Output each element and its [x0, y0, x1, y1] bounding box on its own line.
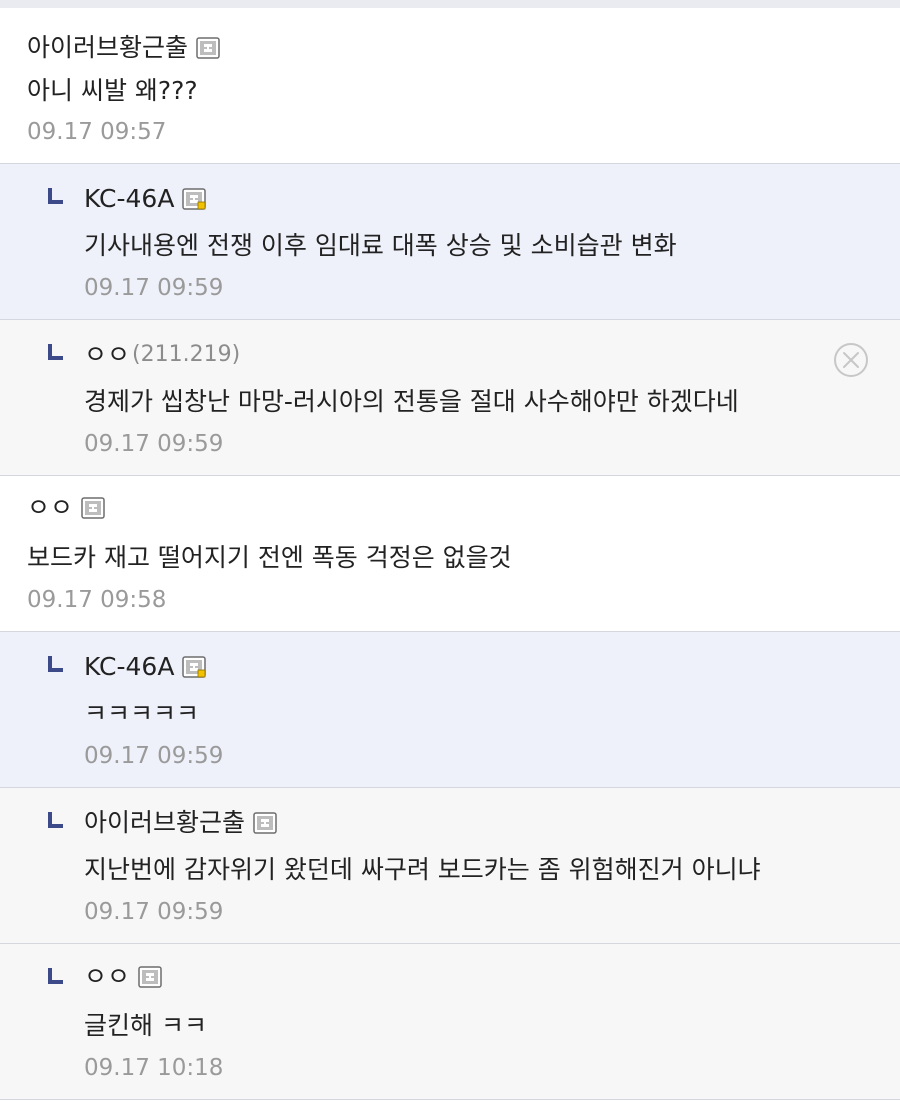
fixed-nick-icon: [196, 37, 220, 59]
comment-text: 보드카 재고 떨어지기 전엔 폭동 걱정은 없을것: [27, 543, 512, 572]
comment-text: 아니 씨발 왜???: [27, 76, 198, 105]
reply-arrow-icon: [48, 188, 63, 204]
comment-author[interactable]: KC-46A: [84, 184, 174, 214]
comment-timestamp: 09.17 09:58: [27, 587, 167, 613]
comment-timestamp: 09.17 09:59: [84, 743, 224, 769]
reply-arrow-icon: [48, 968, 63, 984]
reply-item: KC-46A ㅋㅋㅋㅋㅋ 09.17 09:59: [0, 632, 900, 788]
comment-author[interactable]: ㅇㅇ: [84, 962, 130, 992]
comment-timestamp: 09.17 09:59: [84, 275, 224, 301]
fixed-nick-manager-icon: [182, 188, 206, 210]
comment-text: 지난번에 감자위기 왔던데 싸구려 보드카는 좀 위험해진거 아니냐: [84, 855, 761, 884]
comment-item: 아이러브황근출 아니 씨발 왜??? 09.17 09:57: [0, 8, 900, 164]
fixed-nick-icon: [138, 966, 162, 988]
comment-author[interactable]: ㅇㅇ: [27, 493, 73, 523]
reply-item: ㅇㅇ (211.219) 경제가 씹창난 마망-러시아의 전통을 절대 사수해야…: [0, 320, 900, 476]
comment-ip: (211.219): [132, 342, 241, 367]
reply-item: 아이러브황근출 지난번에 감자위기 왔던데 싸구려 보드카는 좀 위험해진거 아…: [0, 788, 900, 944]
reply-arrow-icon: [48, 656, 63, 672]
fixed-nick-manager-icon: [182, 656, 206, 678]
top-divider-strip: [0, 0, 900, 8]
reply-arrow-icon: [48, 812, 63, 828]
comment-text: 경제가 씹창난 마망-러시아의 전통을 절대 사수해야만 하겠다네: [84, 387, 739, 416]
comment-author[interactable]: ㅇㅇ: [84, 340, 130, 370]
comment-text: 기사내용엔 전쟁 이후 임대료 대폭 상승 및 소비습관 변화: [84, 231, 677, 260]
reply-item: ㅇㅇ 글킨해 ㅋㅋ 09.17 10:18: [0, 944, 900, 1100]
comment-text: 글킨해 ㅋㅋ: [84, 1011, 207, 1040]
comment-timestamp: 09.17 10:18: [84, 1055, 224, 1081]
comment-author[interactable]: KC-46A: [84, 652, 174, 682]
comment-item: ㅇㅇ 보드카 재고 떨어지기 전엔 폭동 걱정은 없을것 09.17 09:58: [0, 476, 900, 632]
comment-text: ㅋㅋㅋㅋㅋ: [84, 699, 200, 728]
fixed-nick-icon: [81, 497, 105, 519]
delete-circle-x-icon[interactable]: [833, 342, 869, 378]
comment-author[interactable]: 아이러브황근출: [27, 33, 188, 63]
comment-timestamp: 09.17 09:59: [84, 431, 224, 457]
comment-author[interactable]: 아이러브황근출: [84, 808, 245, 838]
fixed-nick-icon: [253, 812, 277, 834]
comment-timestamp: 09.17 09:57: [27, 119, 167, 145]
comment-timestamp: 09.17 09:59: [84, 899, 224, 925]
reply-arrow-icon: [48, 344, 63, 360]
reply-item: KC-46A 기사내용엔 전쟁 이후 임대료 대폭 상승 및 소비습관 변화 0…: [0, 164, 900, 320]
